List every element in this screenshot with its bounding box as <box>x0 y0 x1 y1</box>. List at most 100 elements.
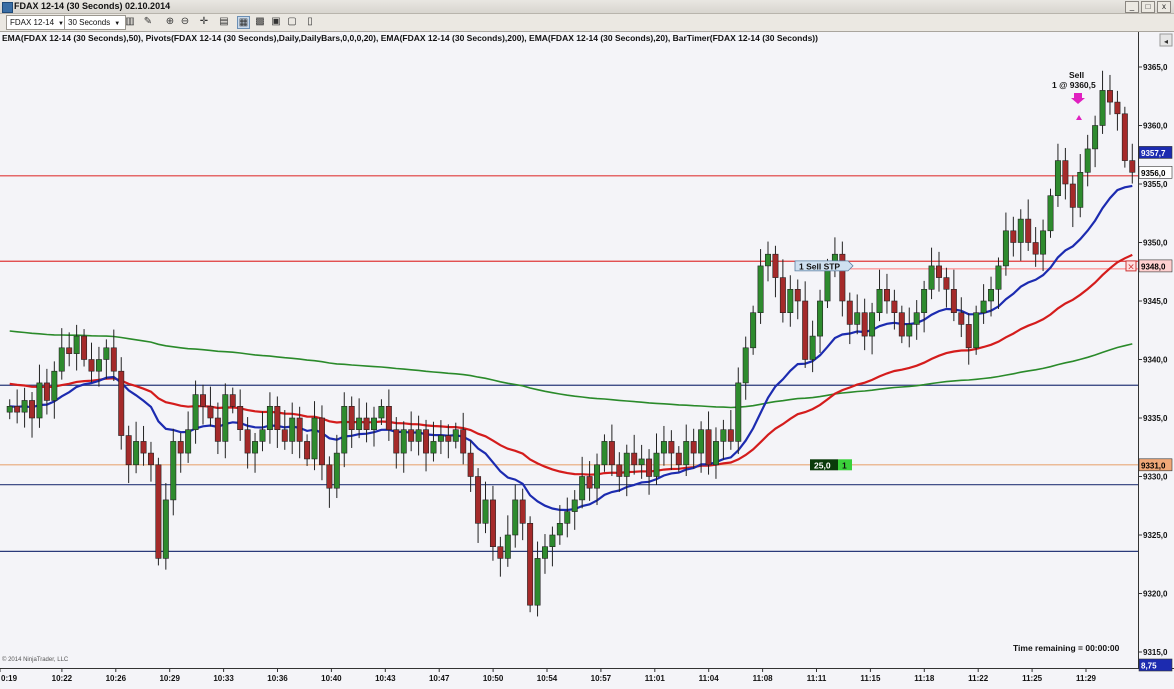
y-tick-label: 9325,0 <box>1143 531 1168 540</box>
candle-body <box>44 383 49 401</box>
candle-body <box>743 348 748 383</box>
candle-body <box>89 360 94 372</box>
candle-body <box>133 441 138 464</box>
candle-body <box>453 430 458 442</box>
execution-label: Sell <box>1069 70 1084 80</box>
candle-body <box>208 406 213 418</box>
candle-body <box>973 313 978 348</box>
indicator-legend: EMA(FDAX 12-14 (30 Seconds),50), Pivots(… <box>2 33 818 43</box>
candle-body <box>855 313 860 325</box>
copyright-text: © 2014 NinjaTrader, LLC <box>2 657 68 663</box>
candle-body <box>304 441 309 459</box>
price-chart[interactable]: ◂ 9365,09360,09355,09350,09345,09340,093… <box>0 0 1174 689</box>
x-tick-label: 11:29 <box>1076 674 1097 683</box>
price-label: 9357,7 <box>1139 146 1172 158</box>
candle <box>156 458 161 566</box>
candle-body <box>96 360 101 372</box>
candle-body <box>624 453 629 476</box>
candle-body <box>676 453 681 465</box>
y-tick-label: 9360,0 <box>1143 122 1168 131</box>
candle <box>1048 189 1053 238</box>
candle-body <box>141 441 146 453</box>
x-tick-label: 11:25 <box>1022 674 1043 683</box>
x-tick-label: 10:26 <box>106 674 127 683</box>
candle-body <box>1092 126 1097 149</box>
candle-body <box>520 500 525 523</box>
candle-body <box>275 406 280 429</box>
candle-body <box>788 289 793 312</box>
candle-body <box>795 289 800 301</box>
x-tick-label: 10:43 <box>375 674 396 683</box>
x-tick-label: 10:54 <box>537 674 558 683</box>
x-tick-label: 11:04 <box>699 674 720 683</box>
candle-body <box>884 289 889 301</box>
execution-price-label: 1 @ 9360,5 <box>1052 80 1096 90</box>
price-label: 9356,0 <box>1139 166 1172 178</box>
x-tick-label: 10:29 <box>159 674 180 683</box>
candle <box>973 306 978 355</box>
candle-body <box>59 348 64 371</box>
candle-body <box>22 400 27 412</box>
chevron-left-icon: ◂ <box>1164 37 1168 46</box>
candle-body <box>438 436 443 442</box>
x-tick-label: 0:19 <box>1 674 18 683</box>
x-tick-label: 11:22 <box>968 674 989 683</box>
price-label: 9331,0 <box>1139 459 1172 471</box>
candle-body <box>423 430 428 453</box>
y-tick-label: 9350,0 <box>1143 239 1168 248</box>
price-label-text: 9331,0 <box>1141 461 1166 470</box>
candle-body <box>706 430 711 465</box>
candle-body <box>921 289 926 312</box>
price-label: 8,75 <box>1139 659 1172 671</box>
candle-body <box>230 395 235 407</box>
candle-body <box>379 406 384 418</box>
candle-body <box>446 436 451 442</box>
x-tick-label: 11:15 <box>860 674 881 683</box>
position-tag[interactable]: 25,01 <box>810 459 852 470</box>
candle-body <box>111 348 116 371</box>
candle-body <box>252 441 257 453</box>
y-tick-label: 9355,0 <box>1143 180 1168 189</box>
candle-body <box>713 441 718 464</box>
candle-body <box>780 278 785 313</box>
candle-body <box>587 477 592 489</box>
candle <box>527 516 532 612</box>
candle-body <box>461 430 466 453</box>
candle-body <box>37 383 42 418</box>
candle-body <box>260 430 265 442</box>
sell-stop-order-tag[interactable]: 1 Sell STP <box>795 261 853 272</box>
x-tick-label: 11:08 <box>753 674 774 683</box>
candle-body <box>342 406 347 453</box>
y-tick-label: 9345,0 <box>1143 297 1168 306</box>
candle-body <box>810 336 815 359</box>
candle-body <box>67 348 72 354</box>
y-tick-label: 9315,0 <box>1143 648 1168 657</box>
price-label-text: 9357,7 <box>1141 149 1166 158</box>
candle-body <box>104 348 109 360</box>
x-tick-label: 10:47 <box>429 674 450 683</box>
candle-body <box>944 278 949 290</box>
candle-body <box>14 406 19 412</box>
candle-body <box>765 254 770 266</box>
candle-body <box>1011 231 1016 243</box>
candle-body <box>1040 231 1045 254</box>
candle-body <box>929 266 934 289</box>
candle-body <box>29 400 34 418</box>
y-tick-label: 9330,0 <box>1143 473 1168 482</box>
candle-body <box>394 430 399 453</box>
candle-body <box>1048 196 1053 231</box>
candle-body <box>602 441 607 464</box>
candle-body <box>981 301 986 313</box>
candle-body <box>356 418 361 430</box>
candle-body <box>1078 172 1083 207</box>
candle-body <box>654 453 659 476</box>
candle-body <box>535 558 540 605</box>
position-qty-text: 1 <box>842 460 847 470</box>
candle-body <box>371 418 376 430</box>
candle-body <box>468 453 473 476</box>
candle-body <box>1122 114 1127 161</box>
candle-body <box>223 395 228 442</box>
candle-body <box>401 430 406 453</box>
candle-body <box>609 441 614 464</box>
candle-body <box>498 547 503 559</box>
